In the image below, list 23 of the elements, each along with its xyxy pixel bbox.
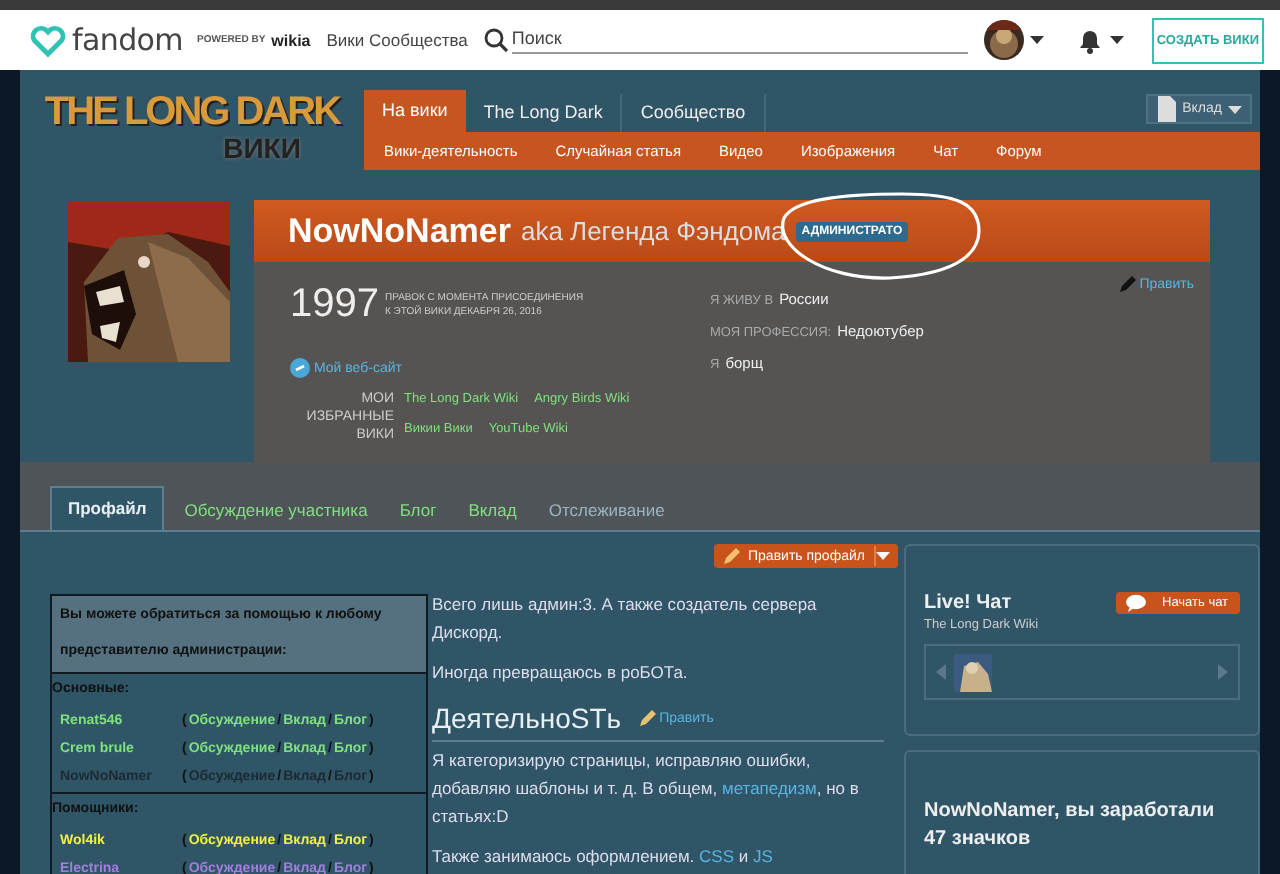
text-link[interactable]: метапедизм <box>721 778 817 798</box>
bio-paragraph: Также занимаюсь оформлением. CSS и JS <box>432 844 775 870</box>
profile-tab[interactable]: Вклад <box>452 492 533 530</box>
section-heading: ДеятельноSTь <box>432 702 622 734</box>
wiki-logo-title[interactable]: THE LONG DARK <box>44 90 340 134</box>
text-link[interactable]: JS <box>753 846 773 866</box>
search-field[interactable]: Поиск <box>511 27 968 53</box>
community-link[interactable]: Вики Сообщества <box>326 30 468 50</box>
badges-title: NowNoNamer, вы заработали 47 значков <box>924 798 1217 854</box>
fandom-logo-text[interactable]: fandom <box>72 22 183 58</box>
bio-paragraph: Иногда превращаюсь в роБОТа. <box>432 660 690 686</box>
nav-tab[interactable]: На вики <box>364 90 466 132</box>
chat-title: Live! Чат <box>924 592 1014 614</box>
profile-tab[interactable]: Блог <box>383 492 453 530</box>
text-link[interactable]: CSS <box>699 846 735 866</box>
user-name: NowNoNamer <box>288 211 511 251</box>
profile-tab[interactable]: Профайл <box>50 486 165 530</box>
profile-tab[interactable]: Обсуждение участника <box>168 492 384 530</box>
bio-paragraph: Всего лишь админ:3. А также создатель сервера Дискорд. <box>432 592 819 646</box>
wikia-logo-text: wikia <box>271 31 311 49</box>
bio-paragraph: Я категоризирую страницы, исправляю ошибки, добавляю шаблоны и т. д. В общем, метапедизм, но в статьях:D <box>432 748 861 830</box>
edit-count: 1997 <box>290 282 379 328</box>
profile-tab[interactable]: Отслеживание <box>532 492 681 530</box>
